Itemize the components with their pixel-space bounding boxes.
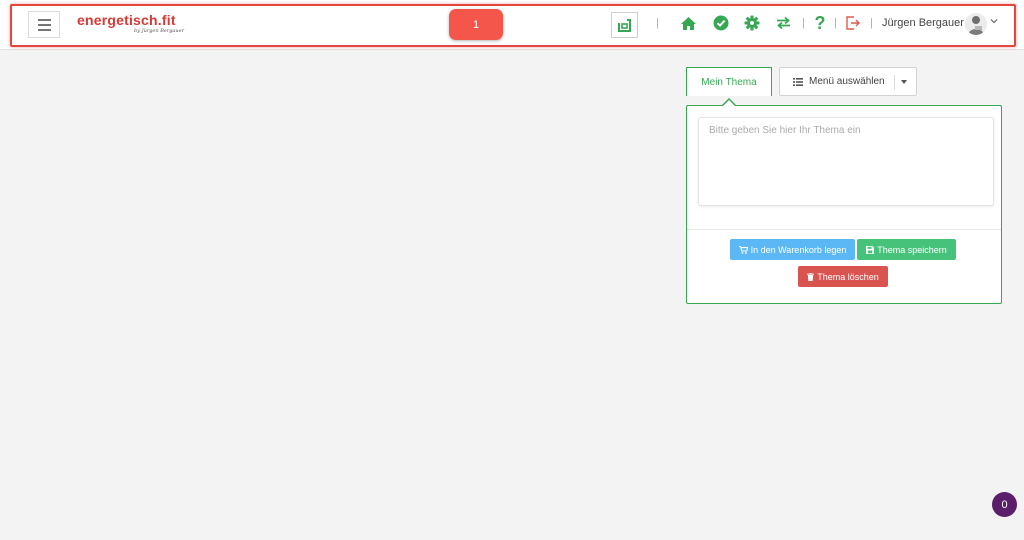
gear-icon bbox=[744, 15, 760, 31]
dropdown-divider bbox=[894, 75, 895, 90]
delete-topic-label: Thema löschen bbox=[817, 271, 879, 282]
cart-count-badge[interactable]: 0 bbox=[992, 492, 1017, 517]
home-icon bbox=[680, 16, 696, 30]
menu-icon-bar bbox=[37, 28, 51, 31]
hamburger-menu-button[interactable] bbox=[28, 11, 60, 38]
chevron-down-icon[interactable] bbox=[990, 18, 998, 24]
menu-icon-bar bbox=[37, 18, 51, 21]
swap-button[interactable] bbox=[774, 14, 792, 32]
floppy-disk-icon bbox=[866, 245, 875, 254]
panel-divider bbox=[687, 229, 1001, 230]
check-button[interactable] bbox=[712, 14, 730, 32]
trash-icon bbox=[807, 272, 815, 281]
top-navbar: energetisch.fit by Jürgen Bergauer 1 | |… bbox=[0, 0, 1024, 50]
logo-subtitle: by Jürgen Bergauer bbox=[134, 28, 184, 34]
topic-panel: In den Warenkorb legen Thema speichern T… bbox=[686, 105, 1002, 304]
panel-pointer-inner bbox=[723, 100, 735, 106]
logo[interactable]: energetisch.fit by Jürgen Bergauer bbox=[77, 12, 197, 38]
nav-separator: | bbox=[834, 17, 837, 29]
cart-icon bbox=[738, 245, 748, 254]
menu-select-dropdown[interactable]: Menü auswählen bbox=[779, 67, 917, 96]
home-button[interactable] bbox=[679, 14, 697, 32]
caret-down-icon[interactable] bbox=[901, 80, 907, 84]
logout-icon bbox=[846, 16, 860, 30]
question-icon: ? bbox=[814, 13, 826, 33]
nav-separator: | bbox=[870, 17, 873, 29]
settings-button[interactable] bbox=[743, 14, 761, 32]
list-icon bbox=[793, 77, 803, 86]
delete-topic-button[interactable]: Thema löschen bbox=[798, 266, 888, 287]
save-topic-label: Thema speichern bbox=[877, 244, 947, 255]
save-topic-button[interactable]: Thema speichern bbox=[857, 239, 956, 260]
add-to-cart-button[interactable]: In den Warenkorb legen bbox=[730, 239, 855, 260]
help-button[interactable]: ? bbox=[811, 14, 829, 32]
logo-text: energetisch.fit bbox=[77, 12, 176, 28]
menu-icon-bar bbox=[37, 23, 51, 26]
menu-select-label: Menü auswählen bbox=[809, 76, 885, 87]
check-circle-icon bbox=[713, 15, 729, 31]
square-icon bbox=[618, 18, 631, 32]
tab-mein-thema[interactable]: Mein Thema bbox=[686, 67, 772, 96]
nav-separator: | bbox=[656, 17, 659, 29]
logout-button[interactable] bbox=[844, 14, 862, 32]
avatar[interactable] bbox=[965, 13, 987, 35]
add-to-cart-label: In den Warenkorb legen bbox=[750, 244, 847, 255]
user-name[interactable]: Jürgen Bergauer bbox=[882, 17, 964, 29]
avatar-image bbox=[965, 13, 987, 35]
notification-badge[interactable]: 1 bbox=[449, 9, 503, 40]
topic-textarea[interactable] bbox=[698, 117, 994, 206]
swap-icon bbox=[776, 16, 790, 30]
square-icon-button[interactable] bbox=[611, 12, 638, 38]
nav-separator: | bbox=[802, 17, 805, 29]
